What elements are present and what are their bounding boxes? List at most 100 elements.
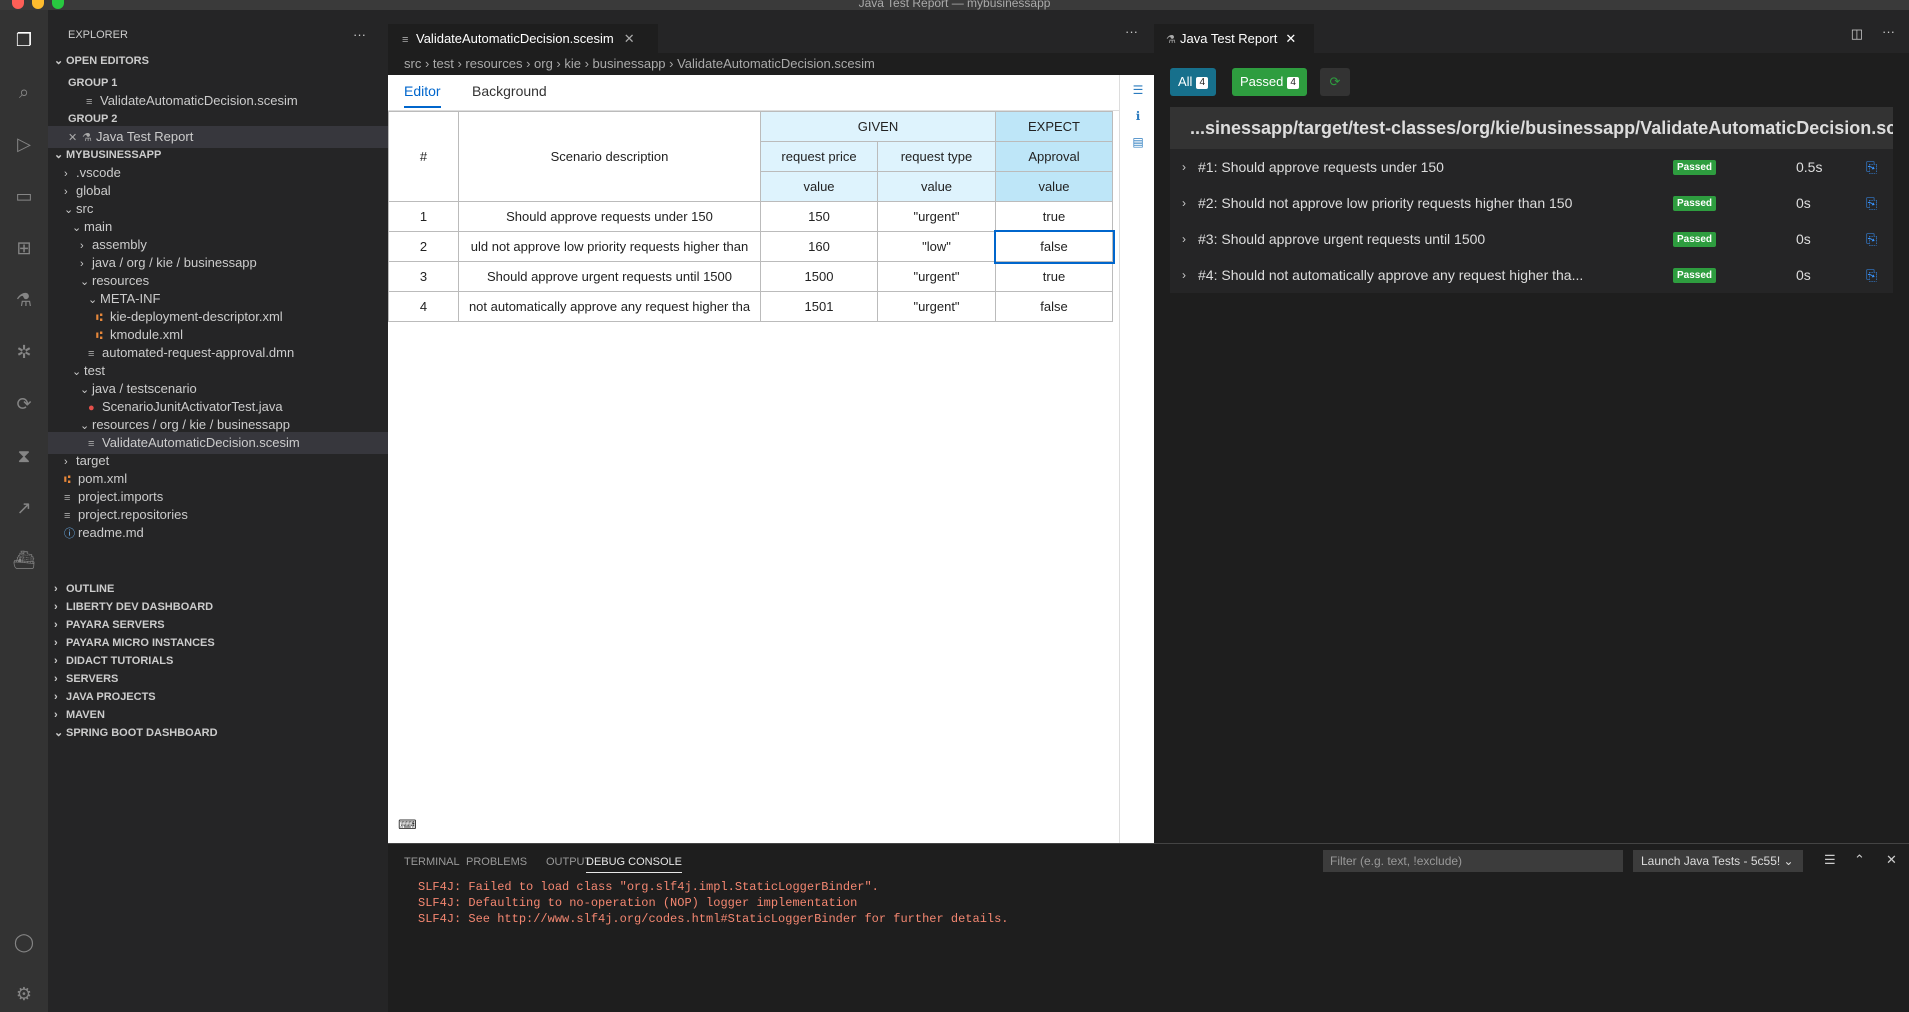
grid-cell[interactable]: "urgent" [877,201,996,232]
maximize-panel-icon[interactable]: ⌃ [1854,852,1865,868]
timer-icon[interactable]: ⧗ [12,444,36,468]
tab-problems[interactable]: PROBLEMS [466,856,527,868]
grid-cell[interactable]: uld not approve low priority requests hi… [458,231,761,262]
tree-item-label: project.imports [78,489,164,504]
expect-header[interactable]: EXPECT [995,111,1113,142]
grid-cell[interactable]: Should approve requests under 150 [458,201,761,232]
grid-cell[interactable]: "low" [877,231,996,262]
tab-terminal[interactable]: TERMINAL [404,856,460,868]
settings-sliders-icon[interactable]: ☰ [1130,83,1146,99]
more-actions-icon[interactable]: ··· [353,24,383,46]
given-header[interactable]: GIVEN [760,111,996,142]
grid-cell[interactable]: 1501 [760,291,878,322]
request-type-header[interactable]: request type [877,141,996,172]
extensions-icon[interactable]: ⊞ [12,236,36,260]
share-icon[interactable]: ↗ [12,496,36,520]
test-duration: 0s [1796,195,1811,211]
launch-config-select[interactable]: Launch Java Tests - 5c55! ⌄ [1633,850,1803,872]
request-price-header[interactable]: request price [760,141,878,172]
table-row: 1 Should approve requests under 150 150 "ur… [388,201,1113,232]
account-icon[interactable]: ◯ [12,930,36,954]
tree-item-label: target [76,453,110,468]
grid-cell[interactable]: 150 [760,201,878,232]
value-header[interactable]: value [760,171,878,202]
gear-icon[interactable]: ⚙ [12,982,36,1006]
grid-cell[interactable]: 160 [760,231,878,262]
open-file-icon[interactable]: ⎘ [1866,257,1877,293]
grid-cell[interactable]: true [995,201,1113,232]
open-editor-label: Java Test Report [96,129,194,144]
close-icon[interactable]: ✕ [624,31,635,46]
open-editor-label: ValidateAutomaticDecision.scesim [100,93,298,108]
test-name: #4: Should not automatically approve any… [1198,267,1584,283]
explorer-icon[interactable]: ❐ [12,28,36,52]
document-icon[interactable]: ▤ [1130,135,1146,151]
refresh-icon[interactable]: ⟳ [1320,68,1350,96]
grid-cell[interactable]: false [993,229,1115,264]
test-row[interactable]: › #2: Should not approve low priority req… [1170,185,1893,221]
approval-header[interactable]: Approval [995,141,1113,172]
open-editors-section[interactable]: ⌄ OPEN EDITORS [48,50,388,72]
open-file-icon[interactable]: ⎘ [1866,185,1877,221]
test-row[interactable]: › #3: Should approve urgent requests unti… [1170,221,1893,257]
open-file-icon[interactable]: ⎘ [1866,149,1877,185]
project-label: MYBUSINESSAPP [66,149,162,161]
run-debug-icon[interactable]: ▷ [12,132,36,156]
chevron-right-icon: › [1182,232,1186,246]
tree-item-label: META-INF [100,291,161,306]
remote-explorer-icon[interactable]: ▭ [12,184,36,208]
filter-passed-button[interactable]: Passed 4 [1232,68,1307,96]
open-file-icon[interactable]: ⎘ [1866,221,1877,257]
editor-subtabs: Editor Background [388,75,1119,111]
tab-java-test-report[interactable]: ⚗ Java Test Report ✕ [1154,24,1314,53]
test-row[interactable]: › #4: Should not automatically approve an… [1170,257,1893,293]
grid-cell[interactable]: "urgent" [877,291,996,322]
grid-cell[interactable]: Should approve urgent requests until 150… [458,261,761,292]
close-icon[interactable]: ✕ [1285,31,1296,46]
grid-cell[interactable]: true [995,261,1113,292]
chevron-right-icon: › [1182,268,1186,282]
grid-cell[interactable]: 4 [388,291,459,322]
tab-background[interactable]: Background [472,83,547,99]
section-label: PAYARA SERVERS [66,619,165,631]
tree-item[interactable]: ⓘ readme.md [48,522,388,544]
grid-cell[interactable]: 1 [388,201,459,232]
tab-debug-console[interactable]: DEBUG CONSOLE [586,856,682,873]
tab-editor[interactable]: Editor [404,83,441,108]
hash-header[interactable]: # [388,111,459,202]
close-panel-icon[interactable]: ✕ [1886,852,1897,868]
open-editors-label: OPEN EDITORS [66,55,149,67]
filter-all-button[interactable]: All 4 [1170,68,1217,96]
section-label: SPRING BOOT DASHBOARD [66,727,218,739]
grid-cell[interactable]: false [995,291,1113,322]
kubernetes-icon[interactable]: ✲ [12,340,36,364]
description-header[interactable]: Scenario description [458,111,761,202]
more-actions-icon[interactable]: ··· [1882,24,1895,39]
search-icon[interactable]: ⌕ [12,80,36,104]
grid-cell[interactable]: "urgent" [877,261,996,292]
report-path: ...sinessapp/target/test-classes/org/kie… [1170,107,1893,149]
window-title: Java Test Report — mybusinessapp [858,0,1051,10]
testing-icon[interactable]: ⚗ [12,288,36,312]
grid-cell[interactable]: 2 [388,231,459,262]
console-filter-input[interactable]: Filter (e.g. text, !exclude) [1323,850,1623,872]
tab-scesim[interactable]: ≡ ValidateAutomaticDecision.scesim ✕ [388,24,658,53]
split-editor-icon[interactable]: ◫ [1851,26,1863,42]
tab-output[interactable]: OUTPUT [546,856,591,868]
sidebar-section[interactable]: ⌄ SPRING BOOT DASHBOARD [48,722,388,744]
docker-icon[interactable]: ⛴ [12,548,36,572]
test-row[interactable]: › #1: Should approve requests under 150 Pa… [1170,149,1893,185]
chevron-right-icon: › [1182,160,1186,174]
sync-icon[interactable]: ⟳ [12,392,36,416]
value-header[interactable]: value [995,171,1113,202]
value-header[interactable]: value [877,171,996,202]
grid-cell[interactable]: not automatically approve any request hi… [458,291,761,322]
info-icon[interactable]: ℹ [1130,109,1146,125]
breadcrumb[interactable]: src › test › resources › org › kie › bus… [388,53,1154,75]
keyboard-icon[interactable]: ⌨ [398,817,417,833]
debug-console-output: SLF4J: Failed to load class "org.slf4j.i… [418,879,1009,927]
grid-cell[interactable]: 3 [388,261,459,292]
clear-console-icon[interactable]: ☰ [1824,852,1836,868]
grid-cell[interactable]: 1500 [760,261,878,292]
more-actions-icon[interactable]: ··· [1125,24,1138,39]
